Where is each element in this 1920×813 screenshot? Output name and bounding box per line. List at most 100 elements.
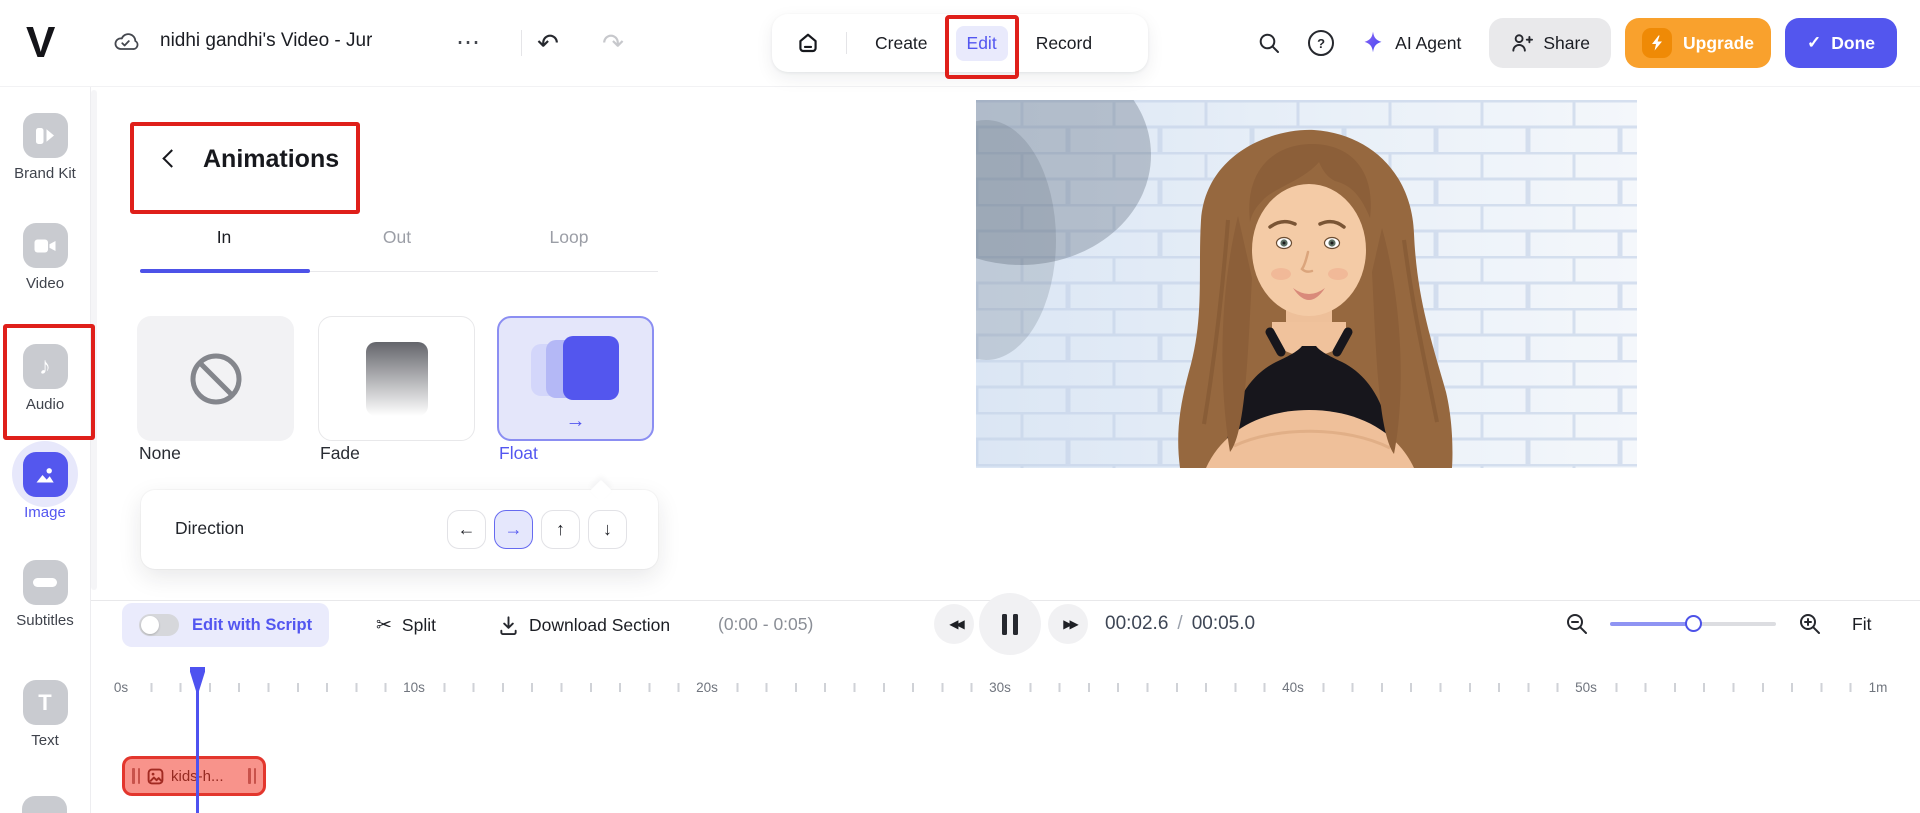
panel-scrollbar[interactable] [91, 90, 97, 590]
download-icon [500, 615, 517, 635]
help-icon: ? [1308, 30, 1335, 56]
timeline-clip-kids-image[interactable]: kids-h... [122, 756, 266, 796]
timeline-zoom-slider[interactable] [1610, 615, 1776, 632]
text-icon: T [22, 680, 68, 725]
direction-left-button[interactable]: ← [447, 510, 486, 549]
fast-forward-button[interactable]: ▶▶ [1048, 604, 1088, 644]
help-button[interactable]: ? [1302, 24, 1340, 62]
scissors-icon: ✂ [376, 614, 392, 636]
person-plus-icon [1512, 34, 1534, 52]
float-preview-square [563, 336, 619, 400]
brand-kit-icon [22, 113, 68, 158]
canvas-media-girl-image[interactable] [976, 100, 1637, 468]
tab-record[interactable]: Record [1032, 26, 1096, 61]
ruler-label: 10s [397, 679, 431, 696]
mode-divider [846, 32, 847, 54]
image-icon [22, 452, 68, 497]
sidebar-item-hidden[interactable] [22, 796, 67, 813]
sidebar-item-text[interactable]: T Text [0, 680, 90, 749]
ai-agent-label: AI Agent [1395, 32, 1462, 53]
script-toggle[interactable] [139, 614, 179, 636]
done-label: Done [1831, 32, 1875, 53]
float-direction-arrow: → [565, 410, 586, 432]
ruler-label: 30s [983, 679, 1017, 696]
ruler-label: 50s [1569, 679, 1603, 696]
check-icon: ✓ [1807, 33, 1822, 52]
direction-popover: Direction ← → ↑ ↓ [141, 479, 658, 569]
tab-out[interactable]: Out [377, 226, 417, 249]
option-label-float: Float [499, 443, 538, 463]
total-time: 00:05.0 [1191, 613, 1256, 634]
tab-create[interactable]: Create [871, 26, 932, 61]
direction-label: Direction [175, 518, 245, 538]
sidebar-label: Video [25, 275, 65, 292]
home-button[interactable] [794, 29, 822, 57]
tab-loop[interactable]: Loop [544, 226, 595, 249]
undo-button[interactable]: ↶ [527, 22, 569, 64]
ai-agent-button[interactable]: AI Agent [1354, 29, 1467, 57]
none-icon [190, 353, 241, 404]
top-bar: V nidhi gandhi's Video - Jur ⋯ ↶ ↷ Creat… [0, 0, 1920, 87]
bolt-icon [1642, 28, 1673, 58]
direction-up-button[interactable]: ↑ [541, 510, 580, 549]
clip-left-trim-handle[interactable] [132, 768, 140, 784]
animation-option-none[interactable] [137, 316, 294, 441]
popover-notch [589, 479, 613, 503]
direction-down-button[interactable]: ↓ [588, 510, 627, 549]
timecode: 00:02.6 / 00:05.0 [1105, 613, 1255, 635]
sidebar-label: Subtitles [16, 612, 74, 629]
share-button[interactable]: Share [1489, 18, 1612, 68]
veed-logo[interactable]: V [26, 19, 55, 67]
animation-option-float[interactable]: → [497, 316, 654, 441]
cloud-saved-icon [112, 31, 139, 54]
current-time: 00:02.6 [1105, 613, 1169, 634]
edit-with-script-label: Edit with Script [192, 615, 313, 634]
section-range: (0:00 - 0:05) [718, 614, 814, 634]
search-button[interactable] [1250, 24, 1288, 62]
sidebar-item-brand-kit[interactable]: Brand Kit [0, 113, 90, 182]
sidebar-item-video[interactable]: Video [0, 223, 90, 292]
edit-with-script-button[interactable]: Edit with Script [122, 603, 330, 647]
active-tab-underline [140, 269, 310, 273]
project-more-menu-button[interactable]: ⋯ [448, 22, 488, 62]
ruler-label: 40s [1276, 679, 1310, 696]
sidebar-label: Text [31, 732, 59, 749]
download-section-button[interactable]: Download Section [492, 603, 676, 647]
pause-button[interactable] [979, 593, 1041, 655]
clip-right-trim-handle[interactable] [248, 768, 256, 784]
clip-image-icon [147, 768, 164, 784]
sidebar-item-audio[interactable]: ♪ Audio [0, 344, 90, 413]
sidebar-item-image[interactable]: Image [0, 441, 90, 521]
subtitles-icon [22, 560, 68, 605]
fade-preview [365, 341, 428, 416]
fit-button[interactable]: Fit [1846, 604, 1877, 644]
ai-sparkle-icon [1364, 31, 1382, 53]
animation-tabs: In Out Loop [91, 216, 695, 276]
back-button[interactable] [153, 142, 187, 176]
sidebar-label: Brand Kit [14, 165, 76, 182]
project-title[interactable]: nidhi gandhi's Video - Jur [160, 30, 372, 52]
direction-right-button[interactable]: → [494, 510, 533, 549]
option-label-none: None [139, 443, 181, 463]
zoom-in-button[interactable] [1798, 612, 1822, 636]
animation-option-fade[interactable] [318, 316, 475, 441]
ruler-label: 20s [690, 679, 724, 696]
rewind-button[interactable]: ◀◀ [934, 604, 974, 644]
sidebar-item-subtitles[interactable]: Subtitles [0, 560, 90, 629]
redo-button[interactable]: ↷ [592, 22, 634, 64]
ruler-label: 1m [1862, 679, 1894, 696]
download-section-label: Download Section [529, 614, 671, 635]
pause-icon [1013, 613, 1018, 635]
done-button[interactable]: ✓ Done [1785, 18, 1897, 68]
split-button[interactable]: ✂ Split [370, 603, 442, 647]
zoom-slider-thumb[interactable] [1685, 615, 1702, 632]
sidebar: Brand Kit Video ♪ Audio Image Subtitles [0, 86, 95, 813]
split-label: Split [401, 614, 436, 635]
zoom-out-button[interactable] [1565, 612, 1589, 636]
tab-in[interactable]: In [211, 226, 238, 249]
upgrade-button[interactable]: Upgrade [1625, 18, 1771, 68]
panel-title: Animations [203, 144, 340, 173]
tab-edit[interactable]: Edit [955, 25, 1008, 61]
timeline-ruler[interactable]: 0s 10s 20s 30s 40s 50s 1m [90, 667, 1920, 707]
option-label-fade: Fade [320, 443, 360, 463]
